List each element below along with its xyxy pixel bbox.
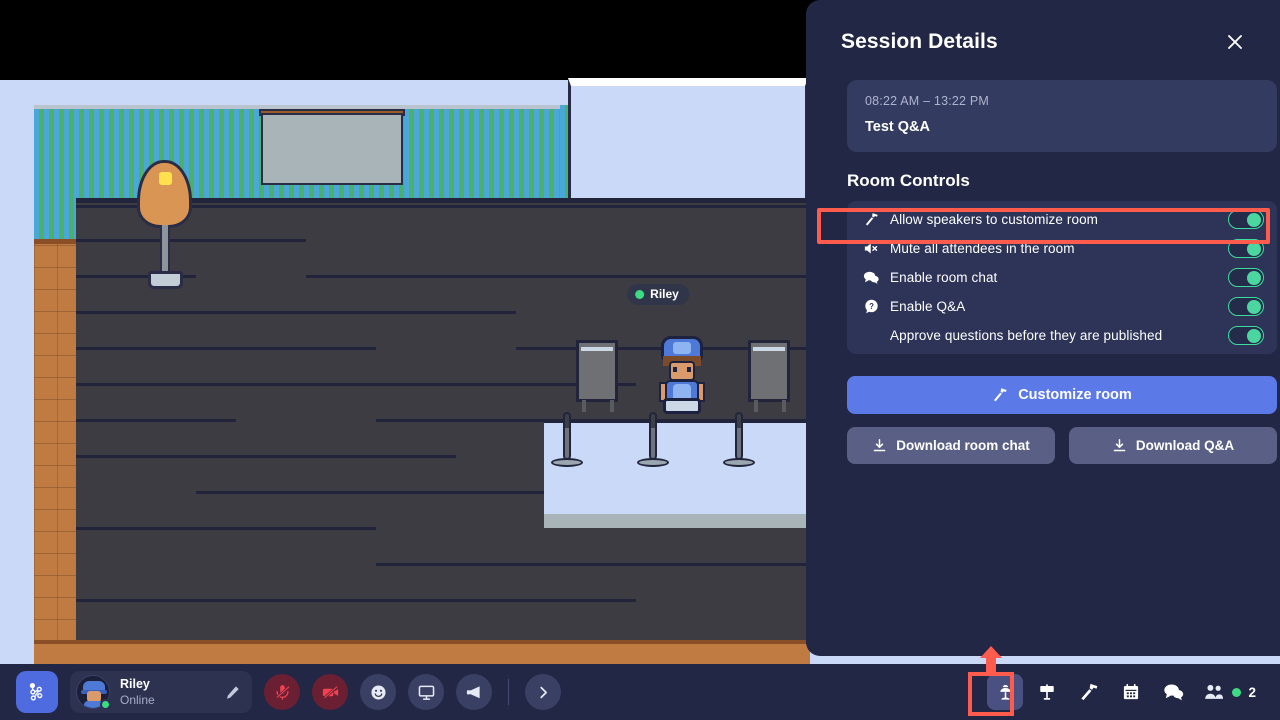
svg-text:?: ? xyxy=(869,302,874,311)
session-name: Test Q&A xyxy=(865,119,930,135)
stage-floor xyxy=(544,420,810,520)
brick-wall xyxy=(34,239,80,664)
download-icon xyxy=(872,438,887,453)
player-character[interactable] xyxy=(658,336,706,414)
control-row-mute-all[interactable]: Mute all attendees in the room xyxy=(847,234,1277,263)
stage-edge xyxy=(544,514,810,528)
camera-off-icon[interactable] xyxy=(312,674,348,710)
customize-room-label: Customize room xyxy=(1018,387,1132,403)
user-status: Online xyxy=(120,693,155,707)
microphone-base xyxy=(637,458,669,467)
download-qa-label: Download Q&A xyxy=(1135,438,1235,453)
mic-off-icon[interactable] xyxy=(264,674,300,710)
toggle-enable-room-chat[interactable] xyxy=(1228,268,1264,287)
screen-share-icon[interactable] xyxy=(408,674,444,710)
chair xyxy=(576,340,618,402)
control-row-qa[interactable]: ? Enable Q&A xyxy=(847,292,1277,321)
microphone-base xyxy=(551,458,583,467)
download-qa-button[interactable]: Download Q&A xyxy=(1069,427,1277,464)
map-connections-icon[interactable] xyxy=(16,671,58,713)
download-room-chat-button[interactable]: Download room chat xyxy=(847,427,1055,464)
control-label: Enable Q&A xyxy=(890,299,966,314)
participants-button[interactable]: 2 xyxy=(1197,674,1264,710)
control-row-approve-questions[interactable]: Approve questions before they are publis… xyxy=(847,321,1277,350)
control-label: Approve questions before they are publis… xyxy=(890,328,1163,343)
room-controls-heading: Room Controls xyxy=(847,171,970,190)
toolbar-right-group: 2 xyxy=(987,674,1264,710)
download-room-chat-label: Download room chat xyxy=(896,438,1030,453)
chair xyxy=(748,340,790,402)
user-meta: Riley Online xyxy=(120,677,215,707)
megaphone-icon[interactable] xyxy=(456,674,492,710)
toggle-enable-qa[interactable] xyxy=(1228,297,1264,316)
floor-lamp xyxy=(137,160,192,228)
lamp-base xyxy=(148,271,183,289)
speaker-mute-icon xyxy=(862,241,880,256)
question-icon: ? xyxy=(862,299,880,314)
chat-icon[interactable] xyxy=(1155,674,1191,710)
player-name: Riley xyxy=(650,287,679,301)
customize-room-button[interactable]: Customize room xyxy=(847,376,1277,414)
toggle-allow-customize[interactable] xyxy=(1228,210,1264,229)
hammer-icon xyxy=(992,387,1008,403)
user-name: Riley xyxy=(120,677,150,691)
close-icon[interactable] xyxy=(1220,27,1250,57)
panel-title: Session Details xyxy=(841,30,998,53)
panel-header: Session Details xyxy=(826,20,1260,64)
microphone-base xyxy=(723,458,755,467)
chat-icon xyxy=(862,270,880,285)
bottom-toolbar: Riley Online 2 xyxy=(0,664,1280,720)
lamp-light-icon xyxy=(159,172,172,185)
avatar xyxy=(76,675,111,710)
online-status-dot xyxy=(635,289,645,299)
session-lamp-icon[interactable] xyxy=(987,674,1024,710)
microphone-stand xyxy=(649,412,657,460)
control-row-room-chat[interactable]: Enable room chat xyxy=(847,263,1277,292)
toggle-mute-all-attendees[interactable] xyxy=(1228,239,1264,258)
toolbar-left-group: Riley Online xyxy=(16,671,561,713)
session-details-panel: Session Details 08:22 AM – 13:22 PM Test… xyxy=(806,0,1280,656)
user-profile-chip[interactable]: Riley Online xyxy=(70,671,252,713)
pencil-icon[interactable] xyxy=(225,685,240,700)
player-nameplate: Riley xyxy=(627,284,689,305)
room-controls-list: Allow speakers to customize room Mute al… xyxy=(847,201,1277,354)
calendar-icon[interactable] xyxy=(1113,674,1149,710)
projector-screen xyxy=(261,113,403,185)
hammer-icon xyxy=(862,212,880,227)
online-status-dot xyxy=(1232,687,1242,697)
control-label: Mute all attendees in the room xyxy=(890,241,1075,256)
control-label: Enable room chat xyxy=(890,270,998,285)
toolbar-divider xyxy=(508,679,509,705)
session-time-range: 08:22 AM – 13:22 PM xyxy=(865,94,990,108)
control-row-customize[interactable]: Allow speakers to customize room xyxy=(847,205,1277,234)
toggle-approve-questions[interactable] xyxy=(1228,326,1264,345)
online-status-dot xyxy=(100,699,111,710)
wood-floor xyxy=(34,640,810,664)
sign-icon[interactable] xyxy=(1029,674,1065,710)
microphone-stand xyxy=(735,412,743,460)
hammer-icon[interactable] xyxy=(1071,674,1107,710)
emoji-icon[interactable] xyxy=(360,674,396,710)
people-icon xyxy=(1203,683,1225,701)
session-card: 08:22 AM – 13:22 PM Test Q&A xyxy=(847,80,1277,152)
participant-count: 2 xyxy=(1248,684,1256,700)
chevron-right-icon[interactable] xyxy=(525,674,561,710)
download-buttons-row: Download room chat Download Q&A xyxy=(847,427,1277,464)
app-root: Riley Session Details 08:22 AM – 13:22 P… xyxy=(0,0,1280,720)
control-label: Allow speakers to customize room xyxy=(890,212,1099,227)
download-icon xyxy=(1112,438,1127,453)
microphone-stand xyxy=(563,412,571,460)
